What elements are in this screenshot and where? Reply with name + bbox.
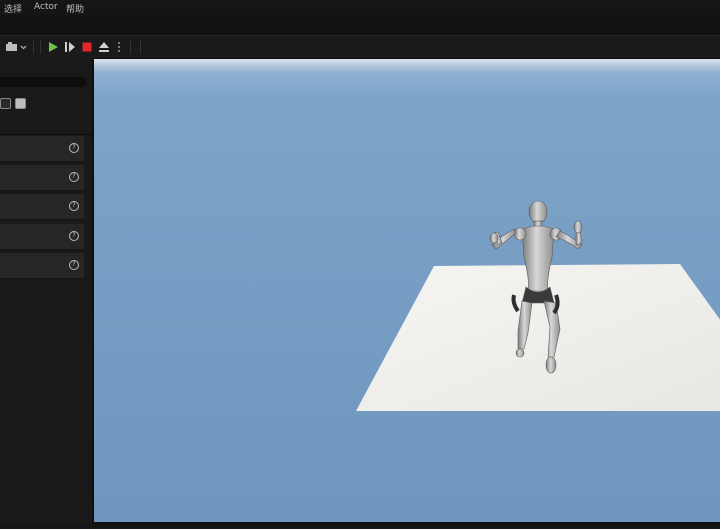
menu-actor[interactable]: Actor bbox=[34, 2, 58, 12]
play-advance-icon bbox=[65, 42, 75, 52]
help-icon[interactable]: ? bbox=[69, 143, 79, 153]
help-icon[interactable]: ? bbox=[69, 231, 79, 241]
eject-button[interactable] bbox=[97, 40, 111, 54]
toolbar-divider bbox=[140, 40, 141, 54]
property-row[interactable]: ? bbox=[0, 253, 84, 279]
toolbar bbox=[0, 35, 720, 59]
property-row[interactable]: ? bbox=[0, 194, 84, 220]
toolbar-divider bbox=[130, 40, 131, 54]
toolbar-divider bbox=[33, 40, 34, 54]
help-icon[interactable]: ? bbox=[69, 260, 79, 270]
more-options-button[interactable] bbox=[114, 40, 124, 54]
more-icon bbox=[118, 42, 120, 52]
eject-icon bbox=[99, 42, 109, 52]
property-row[interactable]: ? bbox=[0, 136, 84, 162]
advance-frame-button[interactable] bbox=[63, 40, 77, 54]
status-bar bbox=[0, 524, 720, 529]
stop-button[interactable] bbox=[80, 40, 94, 54]
menu-bar: 选择 Actor 帮助 bbox=[0, 0, 720, 15]
copy-icon[interactable] bbox=[0, 98, 11, 109]
camera-icon bbox=[6, 42, 27, 51]
panel-divider bbox=[0, 134, 92, 135]
play-icon bbox=[49, 42, 58, 52]
menu-help[interactable]: 帮助 bbox=[66, 2, 84, 15]
chevron-down-icon bbox=[20, 45, 27, 50]
level-viewport[interactable] bbox=[94, 59, 720, 522]
property-row[interactable]: ? bbox=[0, 224, 84, 250]
menu-select[interactable]: 选择 bbox=[4, 2, 22, 15]
mode-dropdown[interactable] bbox=[4, 40, 28, 54]
paste-icon[interactable] bbox=[15, 98, 26, 109]
details-search-input[interactable] bbox=[0, 77, 86, 87]
details-panel: ? ? ? ? ? bbox=[0, 58, 92, 524]
toolbar-divider bbox=[40, 40, 41, 54]
details-view-icons bbox=[0, 98, 26, 109]
scene bbox=[356, 200, 720, 411]
stop-icon bbox=[82, 42, 92, 52]
help-icon[interactable]: ? bbox=[69, 172, 79, 182]
help-icon[interactable]: ? bbox=[69, 201, 79, 211]
title-strip bbox=[0, 15, 720, 35]
property-row[interactable]: ? bbox=[0, 165, 84, 191]
play-button[interactable] bbox=[46, 40, 60, 54]
